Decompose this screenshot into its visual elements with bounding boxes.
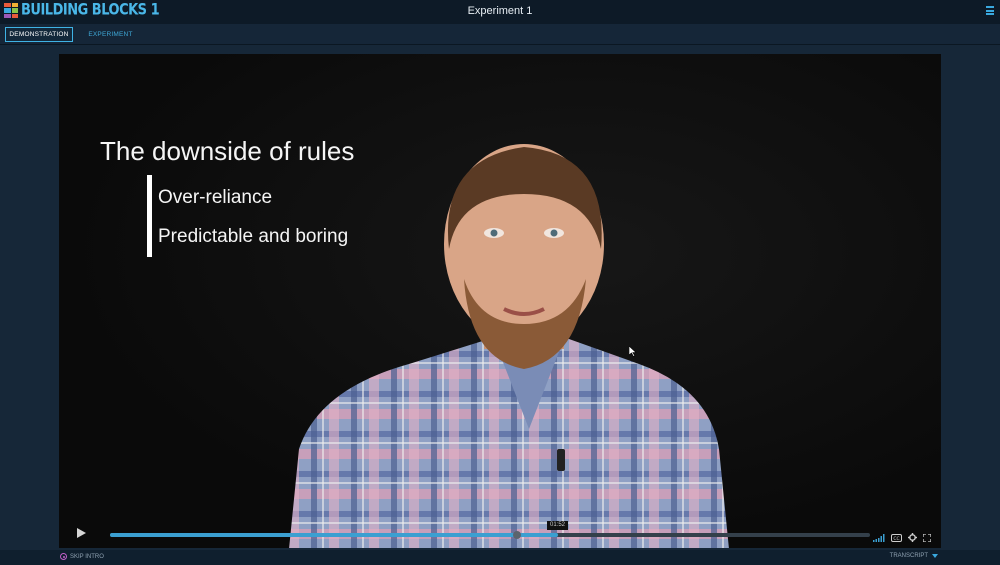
bottom-bar: SKIP INTRO TRANSCRIPT: [0, 550, 1000, 565]
skip-intro-button[interactable]: SKIP INTRO: [60, 553, 104, 560]
fullscreen-icon[interactable]: [922, 529, 932, 547]
progress-bar[interactable]: [110, 533, 870, 537]
scrubber-handle[interactable]: [513, 531, 521, 539]
svg-text:CC: CC: [893, 536, 899, 542]
window-title: Experiment 1: [467, 5, 533, 17]
tab-experiment[interactable]: EXPERIMENT: [82, 27, 139, 42]
chevron-down-icon: [932, 554, 938, 558]
progress-fill: [110, 533, 559, 537]
tab-demonstration[interactable]: DEMONSTRATION: [5, 27, 73, 42]
transcript-label: TRANSCRIPT: [889, 553, 928, 559]
signal-icon[interactable]: [873, 529, 885, 547]
skip-intro-label: SKIP INTRO: [70, 553, 104, 560]
time-tooltip: 01:52: [547, 521, 568, 530]
mouse-cursor-icon: [629, 346, 637, 357]
slide-bullet: Over-reliance: [158, 187, 273, 208]
play-icon[interactable]: [75, 527, 87, 539]
slide-bullet-bar: [147, 175, 152, 257]
presenter-video-frame: [289, 144, 729, 548]
tab-bar: DEMONSTRATION EXPERIMENT: [0, 24, 1000, 45]
top-bar: BUILDING BLOCKS 1 Experiment 1: [0, 0, 1000, 24]
closed-caption-icon[interactable]: CC: [891, 529, 902, 547]
transcript-toggle[interactable]: TRANSCRIPT: [890, 553, 938, 559]
gear-icon[interactable]: [908, 529, 917, 547]
control-icons: CC: [873, 529, 932, 547]
record-icon: [60, 553, 67, 560]
player-controls: 01:52 CC: [59, 520, 941, 548]
hamburger-menu-icon[interactable]: [986, 6, 994, 15]
video-player[interactable]: The downside of rules Over-reliance Pred…: [59, 54, 941, 548]
